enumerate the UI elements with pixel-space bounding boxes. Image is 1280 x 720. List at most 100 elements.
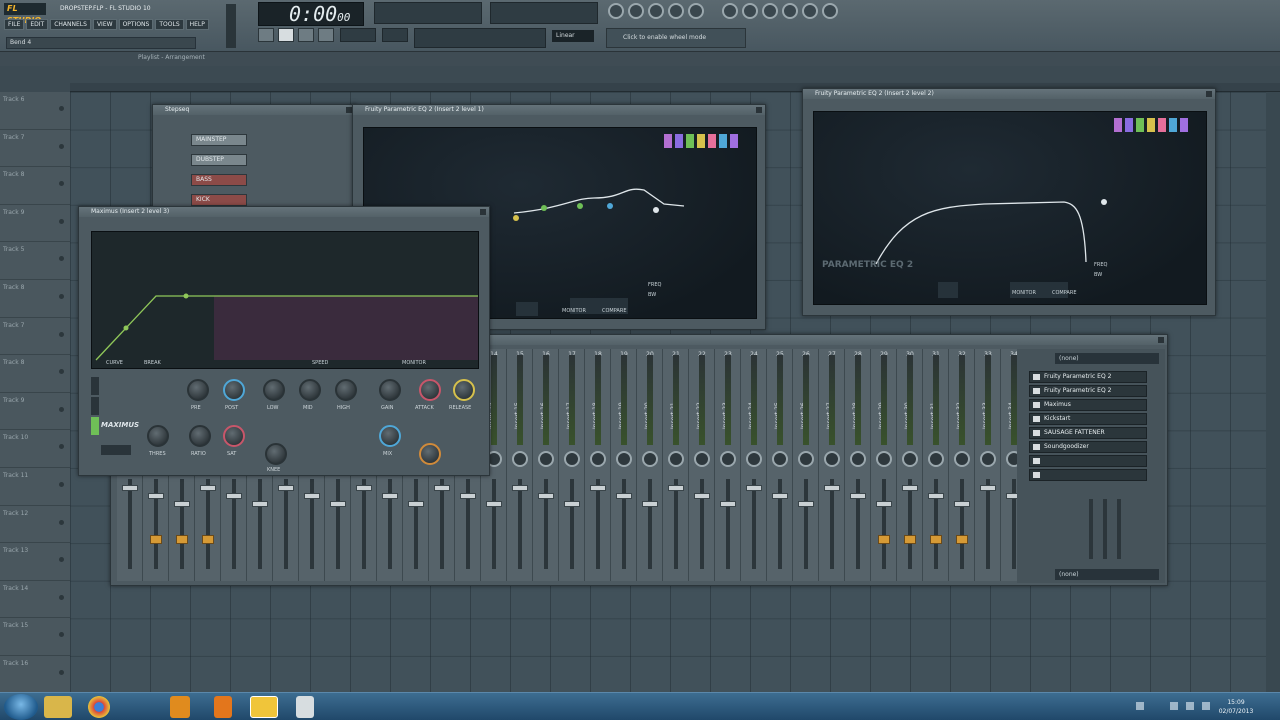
play-button[interactable] <box>278 28 294 42</box>
band-color-swatch[interactable] <box>664 134 672 148</box>
track-header[interactable]: Track 8 <box>0 355 70 393</box>
pattern-mode-button[interactable] <box>258 28 274 42</box>
fx-slot[interactable]: Fruity Parametric EQ 2 <box>1029 385 1147 397</box>
volume-fader[interactable] <box>648 479 652 569</box>
volume-fader[interactable] <box>960 479 964 569</box>
action-center-icon[interactable] <box>1136 702 1144 710</box>
volume-fader[interactable] <box>518 479 522 569</box>
pan-knob[interactable] <box>954 451 970 467</box>
route-indicator[interactable] <box>150 535 162 544</box>
stop-button[interactable] <box>298 28 314 42</box>
song-time-display[interactable]: 0:0000 <box>258 2 364 26</box>
track-header[interactable]: Track 7 <box>0 130 70 168</box>
tool-button-6[interactable] <box>822 3 838 19</box>
track-header[interactable]: Track 14 <box>0 581 70 619</box>
fader-cap[interactable] <box>772 493 788 499</box>
volume-fader[interactable] <box>986 479 990 569</box>
menu-options[interactable]: OPTIONS <box>118 19 154 30</box>
track-header[interactable]: Track 15 <box>0 618 70 656</box>
fx-slot[interactable]: Fruity Parametric EQ 2 <box>1029 371 1147 383</box>
song-position-panel[interactable] <box>382 28 408 42</box>
mixer-channel[interactable]: 33Insert 33 <box>975 349 1001 581</box>
fader-cap[interactable] <box>538 493 554 499</box>
channel-button[interactable]: DUBSTEP <box>191 154 247 166</box>
pan-knob[interactable] <box>668 451 684 467</box>
threshold-knob[interactable] <box>147 425 169 447</box>
flag-icon[interactable] <box>1202 702 1210 710</box>
maximus-curve-display[interactable]: CURVE BREAK SPEED MONITOR <box>91 231 479 369</box>
snap-select[interactable]: Linear <box>552 30 594 42</box>
mixer-channel[interactable]: 16Insert 16 <box>533 349 559 581</box>
route-indicator[interactable] <box>956 535 968 544</box>
fader-cap[interactable] <box>434 485 450 491</box>
pan-knob[interactable] <box>746 451 762 467</box>
fader-cap[interactable] <box>356 485 372 491</box>
mixer-window-button[interactable] <box>688 3 704 19</box>
band-selector-high[interactable] <box>91 417 99 435</box>
fader-cap[interactable] <box>226 493 242 499</box>
pan-knob[interactable] <box>538 451 554 467</box>
browser-window-button[interactable] <box>668 3 684 19</box>
band-color-swatch[interactable] <box>675 134 683 148</box>
fader-cap[interactable] <box>928 493 944 499</box>
mixer-channel[interactable]: 27Insert 27 <box>819 349 845 581</box>
fader-cap[interactable] <box>824 485 840 491</box>
pan-knob[interactable] <box>694 451 710 467</box>
band-color-swatch[interactable] <box>1158 118 1166 132</box>
volume-fader[interactable] <box>804 479 808 569</box>
band-selector-low[interactable] <box>91 377 99 395</box>
tool-button-1[interactable] <box>722 3 738 19</box>
master-band-button[interactable] <box>101 445 131 455</box>
tool-button-5[interactable] <box>802 3 818 19</box>
track-header[interactable]: Track 8 <box>0 167 70 205</box>
band-color-swatch[interactable] <box>1169 118 1177 132</box>
volume-fader[interactable] <box>882 479 886 569</box>
pan-knob[interactable] <box>980 451 996 467</box>
menu-file[interactable]: FILE <box>4 19 25 30</box>
fader-cap[interactable] <box>122 485 138 491</box>
high-cut-knob[interactable] <box>335 379 357 401</box>
band-color-swatch[interactable] <box>719 134 727 148</box>
media-player-icon[interactable] <box>170 696 190 718</box>
band-color-swatch[interactable] <box>1125 118 1133 132</box>
mixer-channel[interactable]: 31Insert 31 <box>923 349 949 581</box>
band-color-swatch[interactable] <box>697 134 705 148</box>
fx-slot[interactable]: Kickstart <box>1029 413 1147 425</box>
mixer-channel[interactable]: 19Insert 19 <box>611 349 637 581</box>
record-button[interactable] <box>318 28 334 42</box>
eq2-display[interactable]: PARAMETRIC EQ 2 FREQ BW MONITOR COMPARE <box>813 111 1207 305</box>
route-indicator[interactable] <box>202 535 214 544</box>
fader-cap[interactable] <box>148 493 164 499</box>
piano-roll-window-button[interactable] <box>648 3 664 19</box>
route-indicator[interactable] <box>904 535 916 544</box>
fl-studio-icon[interactable] <box>250 696 278 718</box>
tool-button-4[interactable] <box>782 3 798 19</box>
fx-slot[interactable]: SAUSAGE FATTENER <box>1029 427 1147 439</box>
volume-fader[interactable] <box>596 479 600 569</box>
start-button[interactable] <box>4 694 38 720</box>
explorer-icon[interactable] <box>44 696 72 718</box>
saturation-knob[interactable] <box>223 425 245 447</box>
pan-knob[interactable] <box>772 451 788 467</box>
master-pitch-panel[interactable] <box>374 2 482 24</box>
chrome-icon[interactable] <box>88 696 110 718</box>
mixer-channel[interactable]: 22Insert 22 <box>689 349 715 581</box>
fader-cap[interactable] <box>408 501 424 507</box>
band-selector-mid[interactable] <box>91 397 99 415</box>
playlist-scrollbar[interactable] <box>1266 92 1280 692</box>
close-icon[interactable] <box>480 209 486 215</box>
ratio-knob[interactable] <box>189 425 211 447</box>
vlc-icon[interactable] <box>214 696 232 718</box>
fader-cap[interactable] <box>590 485 606 491</box>
track-header[interactable]: Track 7 <box>0 318 70 356</box>
track-header[interactable]: Track 11 <box>0 468 70 506</box>
volume-fader[interactable] <box>752 479 756 569</box>
system-clock[interactable]: 15:09 02/07/2013 <box>1210 698 1262 716</box>
fader-cap[interactable] <box>954 501 970 507</box>
volume-fader[interactable] <box>908 479 912 569</box>
fader-cap[interactable] <box>902 485 918 491</box>
menu-channels[interactable]: CHANNELS <box>50 19 91 30</box>
fader-cap[interactable] <box>252 501 268 507</box>
pan-knob[interactable] <box>642 451 658 467</box>
volume-icon[interactable] <box>1186 702 1194 710</box>
